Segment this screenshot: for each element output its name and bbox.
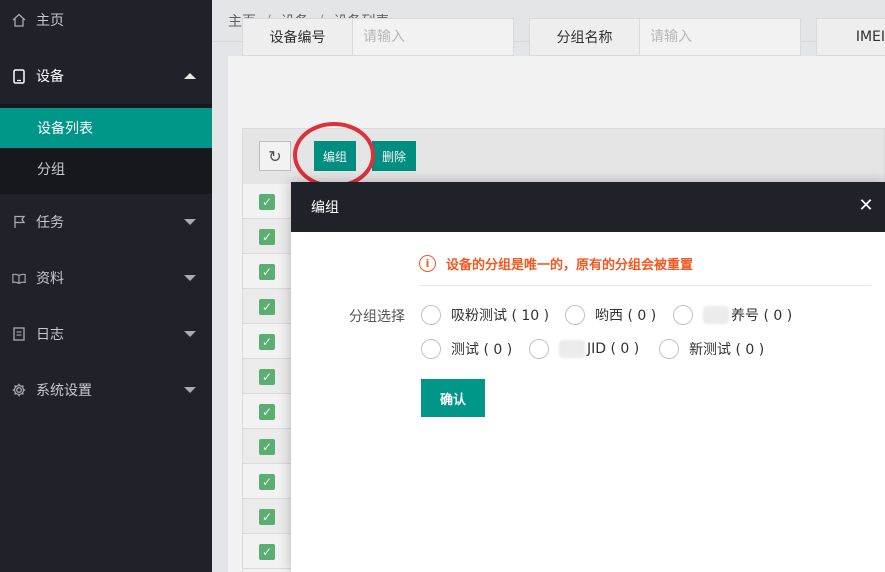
radio-button[interactable] (529, 339, 549, 359)
flag-icon (12, 215, 26, 229)
redacted-text (559, 340, 585, 358)
group-option-test[interactable]: 测试 ( 0 ) (421, 339, 512, 359)
option-label: 测试 ( 0 ) (451, 342, 513, 358)
group-edit-dialog: 编组 ✕ i 设备的分组是唯一的，原有的分组会被重置 分组选择 吸粉测试 ( 1… (291, 182, 885, 572)
sidebar-item-label: 设备列表 (37, 121, 93, 137)
devices-submenu: 设备列表 分组 (0, 104, 212, 194)
sidebar-item-groups[interactable]: 分组 (0, 149, 212, 189)
group-select-label: 分组选择 (349, 309, 405, 325)
book-icon (12, 271, 26, 285)
sidebar-item-label: 系统设置 (36, 383, 92, 399)
option-label: 养号 ( 0 ) (731, 308, 793, 324)
chevron-down-icon (184, 219, 196, 225)
dialog-title: 编组 (311, 200, 339, 216)
chevron-down-icon (184, 387, 196, 393)
gear-icon (12, 383, 26, 397)
sidebar-item-system-settings[interactable]: 系统设置 (0, 362, 212, 418)
document-icon (12, 327, 26, 341)
confirm-button[interactable]: 确认 (421, 379, 485, 417)
redacted-text (703, 306, 729, 324)
option-label: 吸粉测试 ( 10 ) (451, 308, 550, 324)
radio-button[interactable] (421, 305, 441, 325)
sidebar: 主页 设备 设备列表 分组 任务 资料 日志 系统设置 (0, 0, 212, 572)
sidebar-item-label: 资料 (36, 271, 64, 287)
divider (419, 285, 871, 286)
sidebar-item-label: 主页 (36, 13, 64, 29)
home-icon (12, 13, 26, 27)
sidebar-item-tasks[interactable]: 任务 (0, 194, 212, 250)
radio-button[interactable] (673, 305, 693, 325)
info-icon: i (419, 255, 436, 272)
sidebar-item-devices[interactable]: 设备 (0, 48, 212, 104)
sidebar-item-device-list[interactable]: 设备列表 (0, 108, 212, 148)
sidebar-item-label: 日志 (36, 327, 64, 343)
sidebar-item-home[interactable]: 主页 (0, 0, 212, 48)
sidebar-item-label: 任务 (36, 215, 64, 231)
sidebar-item-label: 分组 (37, 162, 65, 178)
group-option-yanghao[interactable]: 养号 ( 0 ) (673, 305, 792, 325)
group-option-new-test[interactable]: 新测试 ( 0 ) (659, 339, 764, 359)
chevron-up-icon (184, 73, 196, 79)
close-icon[interactable]: ✕ (857, 197, 875, 215)
radio-button[interactable] (421, 339, 441, 359)
option-label: JID ( 0 ) (587, 341, 640, 357)
radio-button[interactable] (565, 305, 585, 325)
tablet-icon (12, 68, 26, 84)
warning-text: 设备的分组是唯一的，原有的分组会被重置 (446, 258, 694, 273)
option-label: 新测试 ( 0 ) (689, 342, 765, 358)
chevron-down-icon (184, 331, 196, 337)
group-option-yoxi[interactable]: 哟西 ( 0 ) (565, 305, 656, 325)
group-option-jid[interactable]: JID ( 0 ) (529, 339, 639, 359)
chevron-down-icon (184, 275, 196, 281)
sidebar-item-materials[interactable]: 资料 (0, 250, 212, 306)
group-option-xifen[interactable]: 吸粉测试 ( 10 ) (421, 305, 549, 325)
sidebar-item-label: 设备 (36, 69, 64, 85)
dialog-header: 编组 ✕ (291, 182, 885, 232)
radio-button[interactable] (659, 339, 679, 359)
warning-message: i 设备的分组是唯一的，原有的分组会被重置 (419, 254, 693, 273)
sidebar-item-logs[interactable]: 日志 (0, 306, 212, 362)
option-label: 哟西 ( 0 ) (595, 308, 657, 324)
